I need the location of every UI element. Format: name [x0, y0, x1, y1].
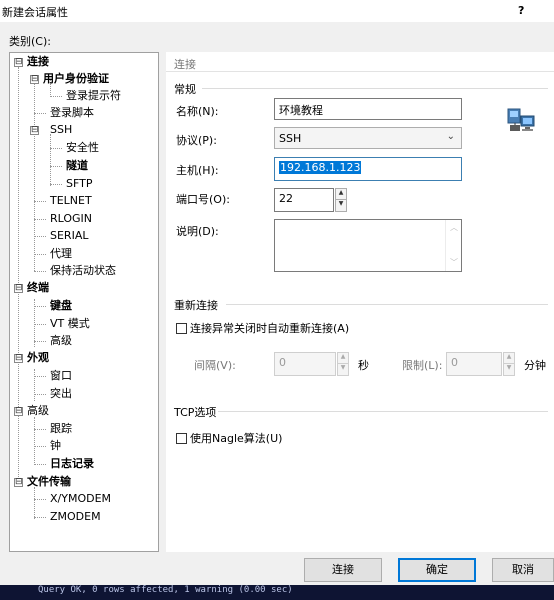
interval-unit: 秒: [358, 359, 369, 372]
name-field[interactable]: 环境教程: [274, 98, 462, 120]
tree-item-keyboard[interactable]: 键盘: [50, 298, 72, 314]
tree-item-sftp[interactable]: SFTP: [66, 176, 92, 192]
window-title: 新建会话属性: [2, 6, 68, 19]
tree-item-terminal[interactable]: 终端: [27, 280, 49, 296]
tree-item-user-auth[interactable]: 用户身份验证: [43, 71, 109, 87]
checkbox-box[interactable]: [176, 433, 187, 444]
description-scrollbar[interactable]: ︿ ﹀: [445, 220, 461, 271]
tree-item-serial[interactable]: SERIAL: [50, 228, 88, 244]
limit-unit: 分钟: [524, 359, 546, 372]
host-value: 192.168.1.123: [279, 161, 362, 174]
section-reconnect: 重新连接: [174, 299, 218, 312]
help-button[interactable]: ?: [518, 4, 524, 17]
tree-item-file-transfer[interactable]: 文件传输: [27, 474, 71, 490]
tree-item-highlight[interactable]: 突出: [50, 386, 72, 402]
collapse-icon[interactable]: ⊟: [14, 58, 23, 67]
host-field[interactable]: 192.168.1.123: [274, 157, 462, 181]
interval-label: 间隔(V):: [194, 359, 236, 372]
limit-label: 限制(L):: [402, 359, 443, 372]
tree-item-proxy[interactable]: 代理: [50, 246, 72, 262]
collapse-icon[interactable]: ⊟: [30, 75, 39, 84]
tree-item-keepalive[interactable]: 保持活动状态: [50, 263, 116, 279]
nagle-checkbox[interactable]: 使用Nagle算法(U): [176, 430, 282, 446]
section-general: 常规: [174, 83, 196, 96]
spin-up-icon[interactable]: ▲: [336, 189, 346, 200]
limit-spinner[interactable]: ▲ ▼: [503, 352, 515, 376]
port-field[interactable]: 22: [274, 188, 334, 212]
auto-reconnect-label: 连接异常关闭时自动重新连接(A): [190, 322, 350, 335]
background-terminal: Query OK, 0 rows affected, 1 warning (0.…: [0, 585, 554, 600]
category-label: 类别(C):: [9, 35, 51, 48]
tree-item-logging[interactable]: 日志记录: [50, 456, 94, 472]
title-bar: 新建会话属性 ?: [0, 0, 554, 22]
protocol-label: 协议(P):: [176, 134, 217, 147]
tree-item-bell[interactable]: 钟: [50, 438, 61, 454]
tree-item-trace[interactable]: 跟踪: [50, 421, 72, 437]
name-label: 名称(N):: [176, 105, 219, 118]
protocol-value: SSH: [279, 132, 302, 145]
settings-panel: 连接 常规 名称(N): 环境教程 协议(P): SSH ⌄ 主机(H): 19…: [166, 52, 554, 552]
spin-up-icon[interactable]: ▲: [338, 353, 348, 364]
panel-header: 连接: [166, 52, 554, 72]
tree-item-ssh[interactable]: SSH: [50, 122, 72, 138]
chevron-down-icon: ⌄: [446, 131, 455, 142]
tree-item-xymodem[interactable]: X/YMODEM: [50, 491, 111, 507]
tree-item-login-prompt[interactable]: 登录提示符: [66, 88, 121, 104]
terminal-text: Query OK, 0 rows affected, 1 warning (0.…: [38, 585, 293, 595]
collapse-icon[interactable]: ⊟: [14, 407, 23, 416]
category-tree[interactable]: ⊟ 连接 ⊟ 用户身份验证 登录提示符 登录脚本 ⊟ SSH 安全性 隧道 SF…: [9, 52, 159, 552]
tree-item-advanced[interactable]: 高级: [27, 403, 49, 419]
collapse-icon[interactable]: ⊟: [14, 284, 23, 293]
interval-field[interactable]: 0: [274, 352, 336, 376]
port-label: 端口号(O):: [176, 193, 230, 206]
port-spinner[interactable]: ▲ ▼: [335, 188, 347, 212]
spin-down-icon[interactable]: ▼: [338, 364, 348, 375]
checkbox-box[interactable]: [176, 323, 187, 334]
auto-reconnect-checkbox[interactable]: 连接异常关闭时自动重新连接(A): [176, 320, 349, 336]
spin-up-icon[interactable]: ▲: [504, 353, 514, 364]
protocol-select[interactable]: SSH ⌄: [274, 127, 462, 149]
tree-item-tunnel[interactable]: 隧道: [66, 158, 88, 174]
limit-field[interactable]: 0: [446, 352, 502, 376]
tree-item-rlogin[interactable]: RLOGIN: [50, 211, 92, 227]
description-label: 说明(D):: [176, 225, 219, 238]
description-field[interactable]: ︿ ﹀: [274, 219, 462, 272]
tree-item-terminal-advanced[interactable]: 高级: [50, 333, 72, 349]
spin-down-icon[interactable]: ▼: [336, 200, 346, 211]
tree-item-vt-mode[interactable]: VT 模式: [50, 316, 90, 332]
tree-item-security[interactable]: 安全性: [66, 140, 99, 156]
tree-item-zmodem[interactable]: ZMODEM: [50, 509, 101, 525]
collapse-icon[interactable]: ⊟: [14, 354, 23, 363]
collapse-icon[interactable]: ⊟: [30, 126, 39, 135]
ok-button[interactable]: 确定: [398, 558, 476, 582]
tree-item-connection[interactable]: 连接: [27, 54, 49, 70]
section-tcp: TCP选项: [174, 406, 217, 419]
nagle-label: 使用Nagle算法(U): [190, 432, 283, 445]
host-label: 主机(H):: [176, 164, 219, 177]
tree-item-window[interactable]: 窗口: [50, 368, 72, 384]
interval-spinner[interactable]: ▲ ▼: [337, 352, 349, 376]
network-computer-icon: [507, 108, 535, 131]
scroll-down-icon[interactable]: ﹀: [446, 255, 462, 271]
tree-item-appearance[interactable]: 外观: [27, 350, 49, 366]
scroll-up-icon[interactable]: ︿: [446, 220, 462, 236]
tree-item-login-script[interactable]: 登录脚本: [50, 105, 94, 121]
collapse-icon[interactable]: ⊟: [14, 478, 23, 487]
cancel-button[interactable]: 取消: [492, 558, 554, 582]
tree-item-telnet[interactable]: TELNET: [50, 193, 92, 209]
spin-down-icon[interactable]: ▼: [504, 364, 514, 375]
connect-button[interactable]: 连接: [304, 558, 382, 582]
